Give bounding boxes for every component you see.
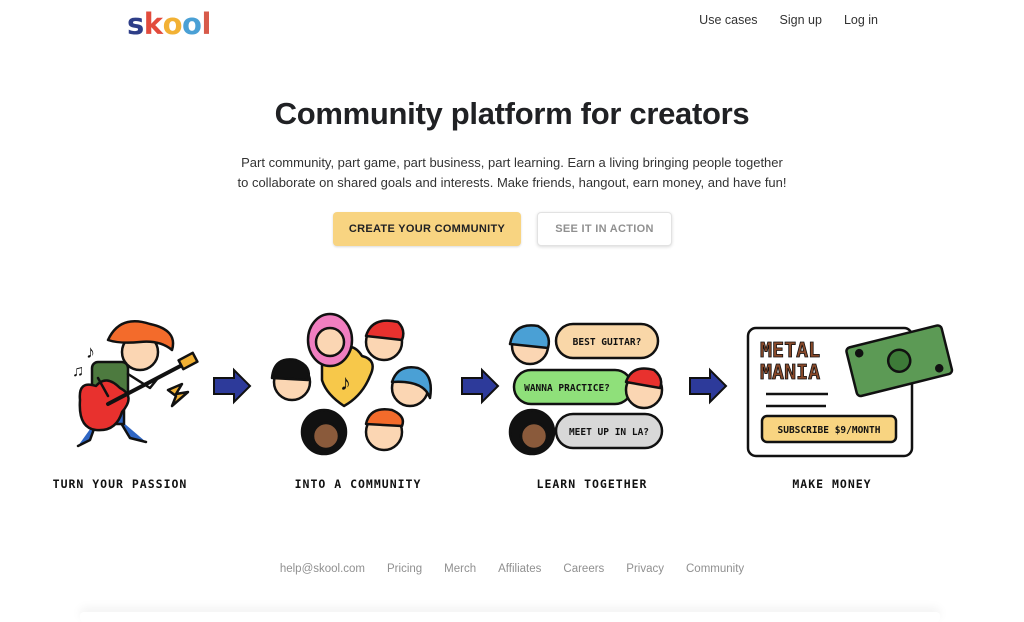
footer-community-link[interactable]: Community [686, 563, 744, 575]
footer-help-email-link[interactable]: help@skool.com [280, 563, 365, 575]
hero-subtitle: Part community, part game, part business… [212, 153, 812, 192]
nav-log-in-link[interactable]: Log in [844, 13, 878, 27]
hero-subtitle-line-2: to collaborate on shared goals and inter… [237, 174, 787, 190]
bubble-meet-up: MEET UP IN LA? [569, 427, 649, 438]
music-note-icon: ♫ [72, 363, 84, 380]
hero-subtitle-line-1: Part community, part game, part business… [241, 155, 783, 170]
page-bottom-edge [80, 612, 940, 622]
footer-merch-link[interactable]: Merch [444, 563, 476, 575]
top-nav: skool Use cases Sign up Log in [0, 0, 1024, 44]
hero-title: Community platform for creators [274, 96, 750, 131]
music-note-icon: ♪ [86, 342, 95, 362]
create-community-button[interactable]: CREATE YOUR COMMUNITY [333, 212, 521, 246]
footer-pricing-link[interactable]: Pricing [387, 563, 422, 575]
nav-use-cases-link[interactable]: Use cases [699, 13, 757, 27]
caption-make-money: MAKE MONEY [792, 477, 872, 491]
community-illustration: ♪ [270, 312, 432, 456]
skool-logo[interactable]: skool [127, 6, 211, 42]
nav-links: Use cases Sign up Log in [699, 13, 878, 27]
footer-affiliates-link[interactable]: Affiliates [498, 563, 541, 575]
bubble-wanna-practice: WANNA PRACTICE? [524, 383, 610, 394]
logo-letter-k: k [143, 7, 163, 41]
arrow-right-icon [689, 367, 728, 405]
logo-letter-s: s [127, 7, 144, 41]
card-title-metal: METAL [760, 338, 820, 362]
music-note-icon: ♪ [340, 370, 351, 395]
arrow-right-icon [213, 367, 252, 405]
logo-letter-l: l [201, 7, 211, 41]
card-subscribe-text: SUBSCRIBE $9/MONTH [778, 425, 881, 436]
bubble-best-guitar: BEST GUITAR? [573, 337, 642, 348]
caption-learn-together: LEARN TOGETHER [536, 477, 648, 491]
arrow-right-icon [461, 367, 500, 405]
footer-careers-link[interactable]: Careers [563, 563, 604, 575]
logo-letter-o1: o [162, 7, 183, 41]
footer-links: help@skool.com Pricing Merch Affiliates … [0, 563, 1024, 575]
see-it-in-action-button[interactable]: SEE IT IN ACTION [537, 212, 672, 246]
footer-privacy-link[interactable]: Privacy [626, 563, 664, 575]
caption-turn-your-passion: TURN YOUR PASSION [52, 477, 188, 491]
card-title-mania: MANIA [760, 360, 820, 384]
guitarist-illustration: ♪ ♫ [72, 320, 199, 448]
nav-sign-up-link[interactable]: Sign up [780, 13, 822, 27]
caption-into-a-community: INTO A COMMUNITY [294, 477, 422, 491]
how-it-works-illustration: ♪ ♫ ♪ BEST GUITAR? WANNA PRACTICE? MEET … [72, 312, 954, 458]
logo-letter-o2: o [182, 7, 202, 41]
